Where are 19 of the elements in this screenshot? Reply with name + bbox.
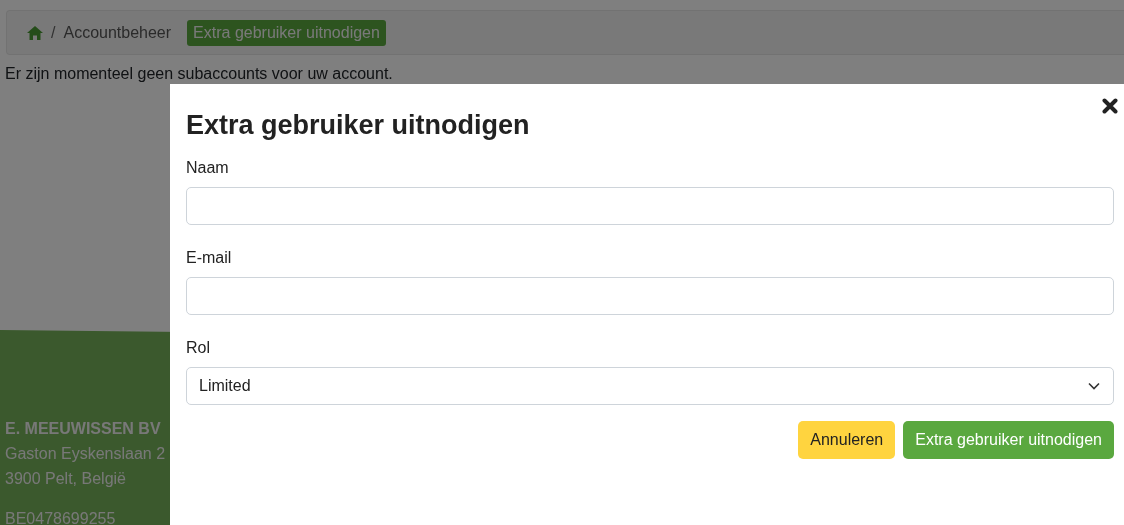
breadcrumb-current: Extra gebruiker uitnodigen (187, 19, 386, 46)
close-button[interactable] (1100, 96, 1120, 116)
field-label: Naam (186, 159, 230, 177)
address-line: 3900 Pelt, België (5, 469, 126, 489)
input-field[interactable] (186, 187, 1114, 225)
cancel-button[interactable]: Annuleren (798, 421, 896, 459)
home-icon[interactable] (27, 25, 43, 40)
address-line: Gaston Eyskenslaan 2 (5, 444, 166, 464)
empty-message: Er zijn momenteel geen subaccounts voor uw account. (5, 65, 394, 83)
company-name: E. MEEUWISSEN BV (5, 419, 161, 439)
input-field[interactable] (186, 277, 1114, 315)
chevron-down-icon (1087, 381, 1101, 391)
field-label: E-mail (186, 249, 233, 267)
breadcrumb-separator: / (51, 23, 56, 42)
close-icon (1102, 98, 1118, 114)
vat-number: BE0478699255 (5, 509, 116, 525)
role-select[interactable]: Limited (186, 367, 1114, 405)
field-label: Rol (186, 339, 211, 357)
modal-title: Extra gebruiker uitnodigen (186, 110, 531, 141)
